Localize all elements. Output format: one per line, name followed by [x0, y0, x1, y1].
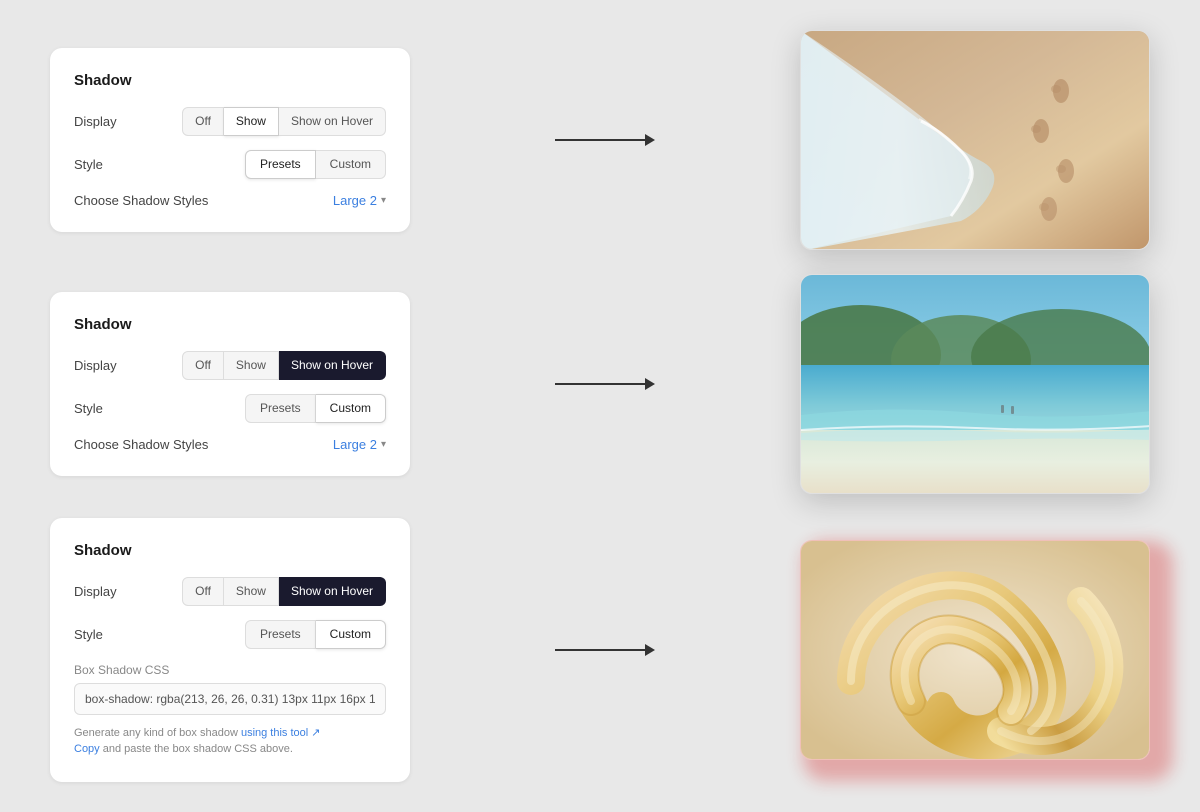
- display-row-3: Display Off Show Show on Hover: [74, 577, 386, 606]
- display-show-btn-3[interactable]: Show: [224, 577, 279, 606]
- arrow-3: [410, 644, 800, 656]
- beach-footprints-img: [801, 31, 1149, 249]
- display-off-btn-1[interactable]: Off: [182, 107, 224, 136]
- display-off-btn-2[interactable]: Off: [182, 351, 224, 380]
- style-row-1: Style Presets Custom: [74, 150, 386, 179]
- shadow-value-1: Large 2: [333, 193, 377, 208]
- display-show-btn-2[interactable]: Show: [224, 351, 279, 380]
- shadow-panel-1: Shadow Display Off Show Show on Hover St…: [50, 48, 410, 232]
- display-label-3: Display: [74, 584, 117, 599]
- arrow-line-1: [555, 139, 645, 141]
- style-btn-group-3: Presets Custom: [245, 620, 386, 649]
- abstract-knot-img: [801, 541, 1149, 759]
- display-show-btn-1[interactable]: Show: [224, 107, 279, 136]
- image-3: [800, 540, 1150, 760]
- arrow-shape-2: [555, 378, 655, 390]
- main-container: Shadow Display Off Show Show on Hover St…: [50, 0, 1150, 812]
- image-2: [800, 274, 1150, 494]
- beach-ocean-img: [801, 275, 1149, 493]
- style-custom-btn-1[interactable]: Custom: [316, 150, 386, 179]
- arrow-shape-3: [555, 644, 655, 656]
- style-btn-group-1: Presets Custom: [245, 150, 386, 179]
- panel-1-title: Shadow: [74, 72, 386, 89]
- row-1: Shadow Display Off Show Show on Hover St…: [50, 30, 1150, 250]
- shadow-select-1[interactable]: Large 2 ▾: [333, 193, 386, 208]
- display-btn-group-1: Off Show Show on Hover: [182, 107, 386, 136]
- style-presets-btn-2[interactable]: Presets: [245, 394, 316, 423]
- shadow-value-2: Large 2: [333, 437, 377, 452]
- display-hover-btn-3[interactable]: Show on Hover: [279, 577, 386, 606]
- style-label-3: Style: [74, 627, 103, 642]
- style-presets-btn-3[interactable]: Presets: [245, 620, 316, 649]
- arrow-line-2: [555, 383, 645, 385]
- row-2: Shadow Display Off Show Show on Hover St…: [50, 274, 1150, 494]
- display-label-2: Display: [74, 358, 117, 373]
- panel-3-title: Shadow: [74, 542, 386, 559]
- style-custom-btn-3[interactable]: Custom: [316, 620, 386, 649]
- display-row-1: Display Off Show Show on Hover: [74, 107, 386, 136]
- box-shadow-section: Box Shadow CSS Generate any kind of box …: [74, 663, 386, 758]
- image-1: [800, 30, 1150, 250]
- choose-shadow-label-2: Choose Shadow Styles: [74, 437, 208, 452]
- help-text-1: Generate any kind of box shadow: [74, 727, 238, 739]
- row-3: Shadow Display Off Show Show on Hover St…: [50, 518, 1150, 782]
- choose-shadow-row-1: Choose Shadow Styles Large 2 ▾: [74, 193, 386, 208]
- shadow-panel-3: Shadow Display Off Show Show on Hover St…: [50, 518, 410, 782]
- panel-2-title: Shadow: [74, 316, 386, 333]
- shadow-panel-2: Shadow Display Off Show Show on Hover St…: [50, 292, 410, 476]
- shadow-select-2[interactable]: Large 2 ▾: [333, 437, 386, 452]
- style-label-1: Style: [74, 157, 103, 172]
- style-row-3: Style Presets Custom: [74, 620, 386, 649]
- arrow-head-2: [645, 378, 655, 390]
- style-btn-group-2: Presets Custom: [245, 394, 386, 423]
- style-row-2: Style Presets Custom: [74, 394, 386, 423]
- help-text-3: and paste the box shadow CSS above.: [100, 743, 293, 755]
- chevron-icon-2: ▾: [381, 439, 386, 450]
- box-shadow-input[interactable]: [74, 683, 386, 715]
- help-link[interactable]: using this tool ↗: [241, 727, 321, 739]
- arrow-head-3: [645, 644, 655, 656]
- arrow-line-3: [555, 649, 645, 651]
- copy-link[interactable]: Copy: [74, 743, 100, 755]
- display-btn-group-3: Off Show Show on Hover: [182, 577, 386, 606]
- arrow-1: [410, 134, 800, 146]
- style-label-2: Style: [74, 401, 103, 416]
- display-off-btn-3[interactable]: Off: [182, 577, 224, 606]
- style-custom-btn-2[interactable]: Custom: [316, 394, 386, 423]
- display-btn-group-2: Off Show Show on Hover: [182, 351, 386, 380]
- style-presets-btn-1[interactable]: Presets: [245, 150, 316, 179]
- display-hover-btn-1[interactable]: Show on Hover: [279, 107, 386, 136]
- arrow-head-1: [645, 134, 655, 146]
- choose-shadow-row-2: Choose Shadow Styles Large 2 ▾: [74, 437, 386, 452]
- box-shadow-section-label: Box Shadow CSS: [74, 663, 386, 677]
- box-shadow-help: Generate any kind of box shadow using th…: [74, 725, 386, 758]
- arrow-shape-1: [555, 134, 655, 146]
- chevron-icon-1: ▾: [381, 195, 386, 206]
- display-label-1: Display: [74, 114, 117, 129]
- arrow-2: [410, 378, 800, 390]
- display-hover-btn-2[interactable]: Show on Hover: [279, 351, 386, 380]
- choose-shadow-label-1: Choose Shadow Styles: [74, 193, 208, 208]
- display-row-2: Display Off Show Show on Hover: [74, 351, 386, 380]
